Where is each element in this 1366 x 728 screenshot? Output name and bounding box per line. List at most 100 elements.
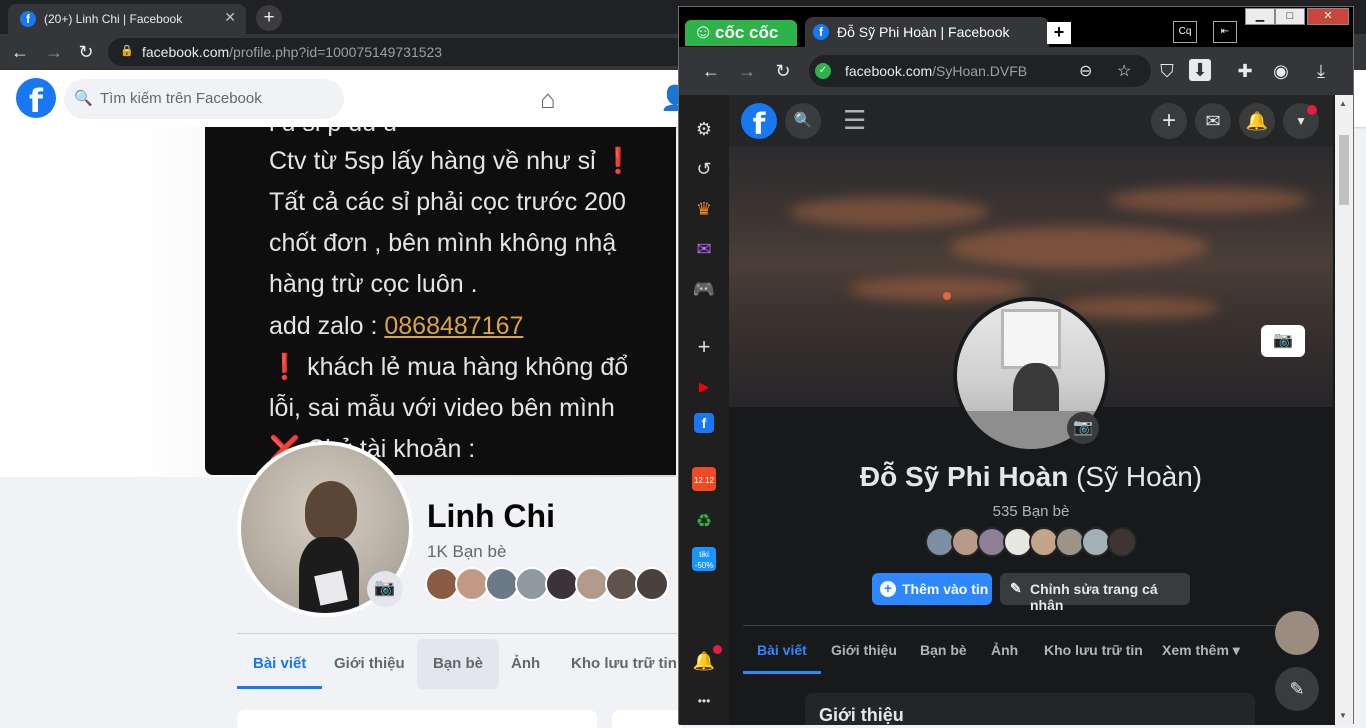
facebook-logo-icon[interactable]: f (16, 78, 56, 120)
back-button[interactable]: ← (8, 40, 32, 64)
cover-text-line: hàng trừ cọc luôn . (269, 270, 478, 298)
friend-avatar[interactable] (575, 567, 609, 601)
back-button[interactable]: ← (699, 59, 723, 83)
home-icon[interactable]: ⌂ (540, 84, 556, 115)
extensions-icon[interactable]: ✚ (1233, 59, 1257, 83)
minimize-button[interactable]: ▁ (1245, 8, 1275, 25)
profile-icon[interactable]: ◉ (1269, 59, 1293, 83)
coccoc-brand[interactable]: ☺ cốc cốc (685, 20, 797, 46)
right-tab-phi-hoan[interactable]: f Đỗ Sỹ Phi Hoàn | Facebook (805, 17, 1049, 47)
scrollbar[interactable]: ▲ ▼ (1335, 95, 1353, 725)
crown-icon[interactable]: ♛ (690, 195, 718, 223)
sale-1212-icon[interactable]: 12.12 (692, 467, 716, 491)
cover-cloud (1109, 187, 1309, 213)
messenger-icon[interactable]: ✉ (1195, 103, 1231, 139)
extra-app-icon[interactable]: ♻ (690, 507, 718, 535)
history-icon[interactable]: ↺ (690, 155, 718, 183)
profile-tabs: Bài viết Giới thiệu Bạn bè Ảnh Kho lưu t… (237, 633, 677, 693)
chat-head-avatar[interactable] (1275, 611, 1319, 655)
pencil-icon: ✎ (1010, 580, 1022, 596)
tab-photos[interactable]: Ảnh (991, 626, 1018, 674)
lock-icon: 🔒 (120, 45, 134, 57)
scroll-up-icon[interactable]: ▲ (1339, 99, 1347, 108)
right-tab-title: Đỗ Sỹ Phi Hoàn | Facebook (837, 24, 1010, 40)
friends-count[interactable]: 1K Bạn bè (427, 542, 506, 562)
friend-avatar[interactable] (605, 567, 639, 601)
facebook-logo-icon[interactable]: f (741, 103, 777, 141)
new-tab-button[interactable]: + (256, 5, 282, 31)
new-message-button[interactable]: ✎ (1275, 667, 1319, 711)
tab-archive[interactable]: Kho lưu trữ tin (1044, 626, 1143, 674)
menu-icon[interactable]: ☰ (843, 105, 866, 136)
tab-archive[interactable]: Kho lưu trữ tin (555, 639, 693, 689)
forward-button[interactable]: → (42, 40, 66, 64)
close-tab-icon[interactable]: ✕ (224, 9, 236, 26)
cover-cloud (789, 197, 989, 227)
address-bar[interactable]: ✓ facebook.com/SyHoan.DVFB ⊖ ☆ (809, 55, 1151, 87)
facebook-search-input[interactable]: 🔍 Tìm kiếm trên Facebook (64, 79, 344, 119)
cover-photo[interactable]: ỉ ủ sỉ p uu u Ctv từ 5sp lấy hàng về như… (205, 127, 676, 475)
more-icon[interactable]: ••• (690, 687, 718, 715)
download-box-icon[interactable]: ⬇ (1189, 59, 1211, 81)
sidebar-toggle-icon[interactable]: ⇤ (1213, 21, 1237, 43)
friend-avatar[interactable] (515, 567, 549, 601)
secure-check-icon: ✓ (815, 63, 831, 79)
add-to-story-button[interactable]: + Thêm vào tin (872, 573, 992, 605)
friend-avatar[interactable] (485, 567, 519, 601)
tab-about[interactable]: Giới thiệu (831, 626, 897, 674)
profile-tabs: Bài viết Giới thiệu Bạn bè Ảnh Kho lưu t… (743, 625, 1319, 677)
download-icon[interactable]: ⤓ (1309, 59, 1333, 83)
address-bar[interactable]: 🔒 facebook.com/profile.php?id=1000751497… (108, 38, 708, 66)
notifications-icon[interactable]: 🔔 (1239, 103, 1275, 139)
friends-count[interactable]: 535 Bạn bè (729, 503, 1333, 520)
tab-posts[interactable]: Bài viết (237, 639, 323, 689)
coccoc-sidebar: ⚙ ↺ ♛ ✉ 🎮 + ▶ f 12.12 ♻ tiki -50% 🔔 ••• (679, 95, 729, 725)
avatar-camera-icon[interactable]: 📷 (367, 571, 403, 607)
friend-avatar[interactable] (455, 567, 489, 601)
new-tab-button[interactable]: + (1047, 22, 1071, 44)
edit-profile-button[interactable]: ✎ Chỉnh sửa trang cá nhân (1000, 573, 1190, 613)
close-window-button[interactable]: ✕ (1307, 8, 1349, 25)
settings-icon[interactable]: ⚙ (690, 115, 718, 143)
add-app-icon[interactable]: + (690, 333, 718, 361)
maximize-button[interactable]: □ (1275, 8, 1305, 25)
tab-see-more[interactable]: Xem thêm ▾ (1162, 626, 1240, 674)
bookmark-star-icon[interactable]: ☆ (1117, 61, 1131, 81)
avatar-window (1001, 309, 1061, 369)
add-icon: + (880, 581, 896, 597)
tab-about[interactable]: Giới thiệu (318, 639, 421, 689)
forward-button[interactable]: → (735, 59, 759, 83)
friend-avatar[interactable] (1107, 527, 1137, 557)
messenger-icon[interactable]: ✉ (690, 235, 718, 263)
avatar-camera-icon[interactable]: 📷 (1067, 412, 1099, 444)
tiki-icon[interactable]: tiki -50% (692, 547, 716, 571)
shield-icon[interactable]: ⛉ (1155, 59, 1179, 83)
reload-button[interactable]: ↻ (771, 59, 795, 83)
friend-avatar[interactable] (545, 567, 579, 601)
tab-friends[interactable]: Bạn bè (920, 626, 967, 674)
cover-cloud (849, 277, 1029, 301)
left-tab-linh-chi[interactable]: f (20+) Linh Chi | Facebook ✕ (8, 4, 246, 34)
tab-photos[interactable]: Ảnh (495, 639, 556, 689)
scrollbar-thumb[interactable] (1339, 135, 1349, 205)
youtube-icon[interactable]: ▶ (690, 373, 718, 401)
coccoc-logo-icon: ☺ (693, 21, 714, 43)
zoom-icon[interactable]: ⊖ (1079, 61, 1092, 81)
tab-friends[interactable]: Bạn bè (417, 639, 500, 689)
cover-text-line: Tất cả các sỉ phải cọc trước 200 (269, 188, 626, 216)
edit-profile-label: Chỉnh sửa trang cá nhân (1030, 581, 1158, 613)
tab-posts[interactable]: Bài viết (743, 626, 821, 674)
game-icon[interactable]: 🎮 (690, 275, 718, 303)
reload-button[interactable]: ↻ (74, 40, 98, 64)
reader-icon[interactable]: Cq (1173, 21, 1197, 43)
search-icon: 🔍 (74, 90, 93, 107)
cover-camera-icon[interactable]: 📷 (1261, 325, 1305, 357)
friend-avatar[interactable] (635, 567, 669, 601)
create-plus-icon[interactable]: + (1151, 103, 1187, 139)
left-tab-title: (20+) Linh Chi | Facebook (44, 12, 183, 26)
intro-title: Giới thiệu (819, 705, 904, 725)
facebook-app-icon[interactable]: f (694, 413, 714, 433)
scroll-down-icon[interactable]: ▼ (1339, 711, 1347, 720)
search-icon[interactable]: 🔍 (785, 103, 821, 139)
friend-avatar[interactable] (425, 567, 459, 601)
